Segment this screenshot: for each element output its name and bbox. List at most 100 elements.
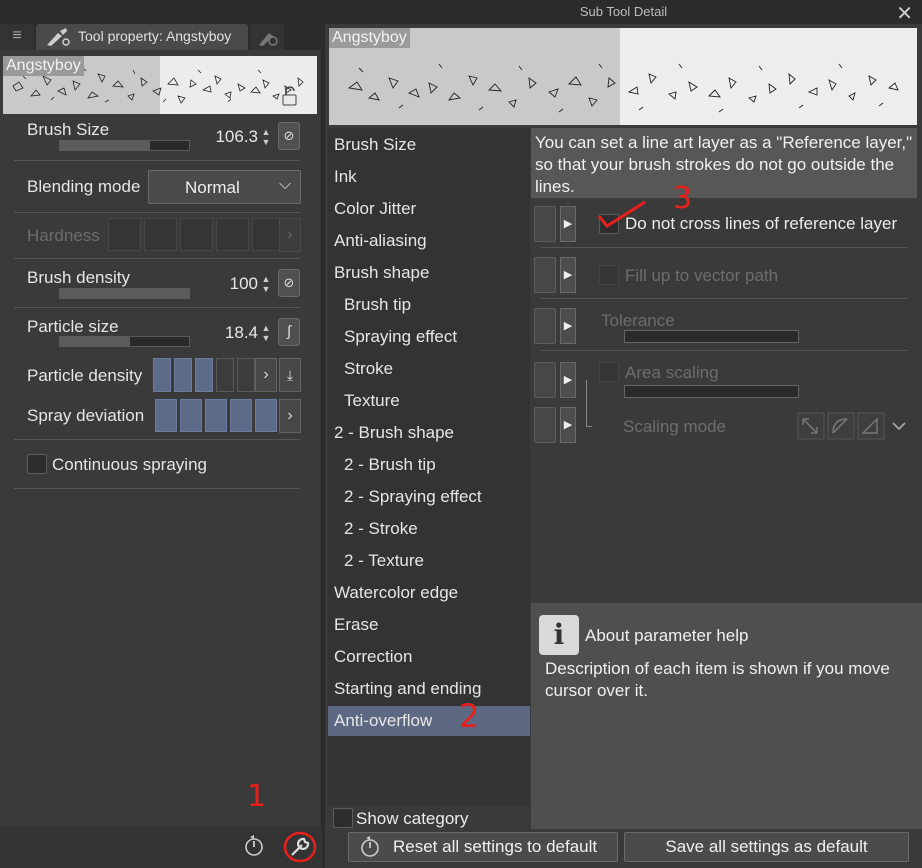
do-not-cross-label: Do not cross lines of reference layer [625, 214, 898, 233]
show-in-tool-property-toggle[interactable] [534, 206, 556, 242]
particle-size-label: Particle size [27, 317, 119, 336]
particle-density-cells[interactable] [153, 358, 255, 392]
wrench-icon[interactable] [283, 830, 317, 864]
brush-tool-icon [47, 28, 70, 46]
hardness-cells [108, 218, 285, 251]
area-scaling-label: Area scaling [625, 363, 719, 382]
category-item[interactable]: Erase [328, 610, 530, 640]
show-in-tool-property-toggle[interactable] [534, 257, 556, 293]
particle-size-value[interactable]: 18.4 [200, 323, 258, 343]
divider [14, 488, 300, 489]
category-item[interactable]: 2 - Spraying effect [328, 482, 530, 512]
about-parameter-help-text: Description of each item is shown if you… [545, 659, 890, 700]
show-in-tool-property-toggle[interactable] [534, 407, 556, 443]
initial-settings-icon[interactable] [243, 834, 265, 858]
save-all-settings-button[interactable]: Save all settings as default [624, 832, 909, 862]
brush-density-slider[interactable] [59, 288, 190, 299]
annotation-number-3: 3 [673, 181, 693, 216]
particle-density-label: Particle density [27, 366, 143, 385]
about-parameter-help-title: About parameter help [585, 626, 749, 645]
scaling-mode-label: Scaling mode [623, 417, 727, 436]
category-item[interactable]: Anti-aliasing [328, 226, 530, 256]
divider [541, 298, 907, 299]
play-icon[interactable]: ▶ [560, 362, 576, 398]
category-item[interactable]: 2 - Stroke [328, 514, 530, 544]
tab-tool-property[interactable]: Tool property: Angstyboy [36, 24, 248, 50]
category-item[interactable]: Brush Size [328, 130, 530, 160]
category-item[interactable]: Anti-overflow [328, 706, 530, 736]
brush-density-spinner[interactable]: ▲ ▼ [260, 274, 272, 296]
hardness-next-button: › [279, 218, 301, 252]
tolerance-slider [624, 330, 799, 343]
category-item[interactable]: 2 - Texture [328, 546, 530, 576]
tool-property-panel: ≡ Tool property: Angstyboy Angstyboy Bru… [0, 0, 322, 868]
unlock-icon[interactable] [281, 86, 299, 106]
play-icon[interactable]: ▶ [560, 257, 576, 293]
particle-density-next-button[interactable]: › [255, 358, 277, 392]
brush-size-pressure-button[interactable]: ⊘ [278, 122, 300, 150]
settings-area [531, 128, 922, 602]
brush-size-slider[interactable] [59, 140, 190, 151]
show-in-tool-property-toggle[interactable] [534, 308, 556, 344]
save-button-label: Save all settings as default [665, 837, 868, 856]
show-in-tool-property-toggle[interactable] [534, 362, 556, 398]
play-icon[interactable]: ▶ [560, 206, 576, 242]
spray-deviation-next-button[interactable]: › [279, 399, 301, 433]
panel-tab-bar: ≡ Tool property: Angstyboy [0, 0, 322, 50]
divider [14, 160, 300, 161]
tab-brush-size[interactable] [250, 24, 284, 50]
dialog-stroke-preview-image [347, 63, 899, 113]
area-scaling-slider [624, 385, 799, 398]
dialog-preview-tool-name: Angstyboy [329, 28, 410, 48]
initial-settings-icon [361, 836, 379, 857]
play-icon[interactable]: ▶ [560, 308, 576, 344]
brush-density-value[interactable]: 100 [200, 274, 258, 294]
reset-all-settings-button[interactable]: Reset all settings to default [348, 832, 618, 862]
category-item[interactable]: 2 - Brush shape [328, 418, 530, 448]
preview-tool-name: Angstyboy [3, 56, 84, 76]
brush-size-spinner[interactable]: ▲ ▼ [260, 127, 272, 149]
blending-mode-value: Normal [185, 178, 240, 197]
divider [14, 439, 300, 440]
category-item[interactable]: Stroke [328, 354, 530, 384]
tolerance-label: Tolerance [601, 311, 675, 330]
hardness-label: Hardness [27, 226, 100, 245]
category-item[interactable]: Starting and ending [328, 674, 530, 704]
brush-size-value[interactable]: 106.3 [200, 127, 258, 147]
brush-size-label: Brush Size [27, 120, 110, 139]
category-item[interactable]: Correction [328, 642, 530, 672]
dialog-stroke-preview: Angstyboy [329, 28, 917, 125]
show-category-checkbox[interactable] [333, 808, 353, 828]
tab-label: Tool property: Angstyboy [78, 28, 232, 44]
divider [14, 212, 300, 213]
hamburger-icon[interactable]: ≡ [0, 24, 34, 50]
particle-size-slider[interactable] [59, 336, 190, 347]
category-item[interactable]: Brush tip [328, 290, 530, 320]
divider [14, 307, 300, 308]
category-item[interactable]: Color Jitter [328, 194, 530, 224]
annotation-number-1: 1 [247, 779, 267, 814]
spray-deviation-cells[interactable] [155, 399, 277, 432]
download-icon[interactable]: ⤓ [279, 358, 301, 392]
category-item[interactable]: Ink [328, 162, 530, 192]
particle-size-spinner[interactable]: ▲ ▼ [260, 323, 272, 345]
brush-density-label: Brush density [27, 268, 130, 287]
continuous-spraying-checkbox[interactable] [27, 454, 47, 474]
continuous-spraying-label: Continuous spraying [52, 455, 207, 474]
close-icon[interactable]: ✕ [896, 1, 913, 26]
panel-footer [0, 826, 322, 868]
spray-deviation-label: Spray deviation [27, 406, 145, 425]
fill-up-label: Fill up to vector path [625, 266, 779, 285]
category-item[interactable]: 2 - Brush tip [328, 450, 530, 480]
category-item[interactable]: Watercolor edge [328, 578, 530, 608]
pressure-curve-icon[interactable]: ʃ [278, 318, 300, 346]
category-item[interactable]: Spraying effect [328, 322, 530, 352]
red-checkmark-annotation [597, 200, 646, 228]
blending-mode-dropdown[interactable]: Normal ⌵ [148, 170, 301, 204]
category-item[interactable]: Brush shape [328, 258, 530, 288]
fill-up-checkbox [599, 265, 619, 285]
category-item[interactable]: Texture [328, 386, 530, 416]
play-icon[interactable]: ▶ [560, 407, 576, 443]
brush-size-icon [259, 33, 278, 46]
brush-density-pressure-button[interactable]: ⊘ [278, 269, 300, 297]
